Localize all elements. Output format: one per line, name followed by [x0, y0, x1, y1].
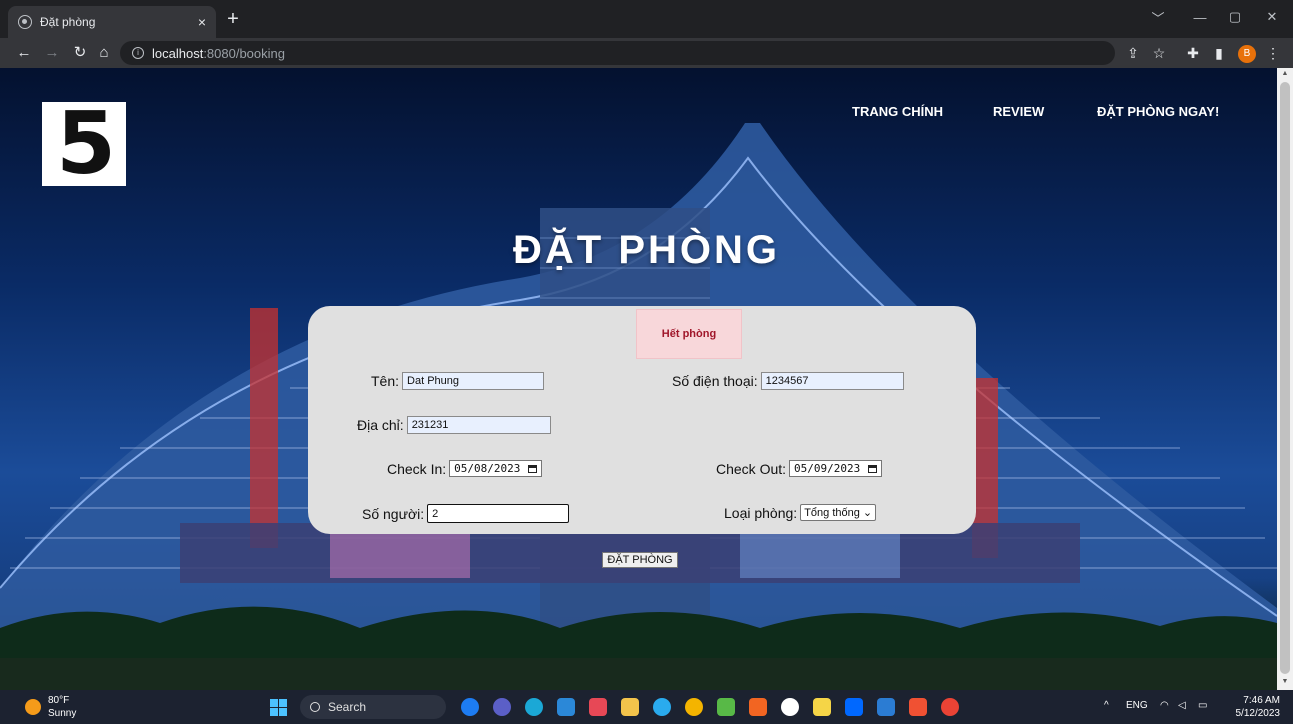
- scrollbar-thumb[interactable]: [1280, 82, 1290, 674]
- name-field: Tên: Dat Phung: [371, 372, 545, 390]
- calendar-icon[interactable]: [868, 464, 878, 473]
- address-field: Địa chỉ: 231231: [357, 416, 551, 434]
- guests-input[interactable]: 2: [427, 504, 570, 523]
- sold-out-alert: Hết phòng: [636, 309, 742, 359]
- close-window-button[interactable]: ✕: [1252, 0, 1292, 34]
- search-icon: [310, 702, 320, 712]
- checkout-label: Check Out:: [716, 460, 787, 477]
- checkout-field: Check Out: 05/09/2023: [716, 460, 883, 477]
- bing-icon[interactable]: [461, 698, 479, 716]
- home-icon[interactable]: ⌂: [94, 43, 114, 63]
- nav-home[interactable]: TRANG CHÍNH: [852, 104, 943, 119]
- back-icon[interactable]: ←: [14, 43, 34, 63]
- weather-widget[interactable]: 80°F Sunny: [48, 694, 76, 720]
- chevron-up-icon[interactable]: ^: [1104, 700, 1109, 711]
- sun-icon[interactable]: [25, 699, 41, 715]
- name-input[interactable]: Dat Phung: [402, 372, 545, 390]
- checkin-label: Check In:: [387, 460, 447, 477]
- nav-review[interactable]: REVIEW: [993, 104, 1044, 119]
- chrome-icon[interactable]: [685, 698, 703, 716]
- url-host: localhost: [152, 45, 204, 61]
- tab-title: Đặt phòng: [40, 15, 96, 29]
- git-icon[interactable]: [909, 698, 927, 716]
- name-label: Tên:: [371, 373, 400, 389]
- scroll-up-icon[interactable]: ▲: [1281, 70, 1289, 77]
- roomtype-value: Tổng thống: [804, 506, 860, 519]
- volume-icon[interactable]: ◁: [1178, 700, 1186, 711]
- battery-icon[interactable]: ▭: [1198, 700, 1207, 711]
- telegram-icon[interactable]: [653, 698, 671, 716]
- checkout-date-value: 05/09/2023: [794, 462, 861, 475]
- language-indicator[interactable]: ENG: [1126, 700, 1148, 711]
- address-bar[interactable]: i localhost:8080/booking: [120, 41, 1115, 65]
- search-label: Search: [328, 700, 367, 714]
- extensions-icon[interactable]: ✚: [1184, 44, 1202, 62]
- clock-time: 7:46 AM: [1243, 695, 1280, 706]
- notes-icon[interactable]: [813, 698, 831, 716]
- site-logo[interactable]: 5: [42, 101, 126, 187]
- explorer-icon[interactable]: [621, 698, 639, 716]
- phone-label: Số điện thoại:: [672, 373, 758, 389]
- checkin-date-input[interactable]: 05/08/2023: [449, 460, 543, 477]
- menu-icon[interactable]: ⋮: [1264, 44, 1282, 62]
- share-icon[interactable]: ⇪: [1124, 44, 1142, 62]
- checkin-field: Check In: 05/08/2023: [387, 460, 543, 477]
- clock-date: 5/12/2023: [1235, 708, 1281, 719]
- scroll-down-icon[interactable]: ▼: [1281, 678, 1289, 685]
- address-label: Địa chỉ:: [357, 417, 404, 433]
- word-icon[interactable]: [877, 698, 895, 716]
- page-scrollbar[interactable]: ▲ ▼: [1277, 68, 1293, 690]
- maximize-button[interactable]: ▢: [1215, 0, 1255, 34]
- url-path: :8080/booking: [203, 45, 285, 61]
- bookmark-star-icon[interactable]: ☆: [1150, 44, 1168, 62]
- mail-icon[interactable]: [557, 698, 575, 716]
- browser-toolbar: ← → ↻ ⌂ i localhost:8080/booking ⇪ ☆ ✚ ▮…: [0, 38, 1293, 68]
- new-tab-button[interactable]: +: [222, 9, 244, 31]
- close-tab-icon[interactable]: ×: [198, 14, 206, 30]
- calendar-icon[interactable]: [528, 464, 538, 473]
- checkout-date-input[interactable]: 05/09/2023: [789, 460, 883, 477]
- steam-icon[interactable]: [781, 698, 799, 716]
- weather-condition: Sunny: [48, 708, 77, 719]
- chrome-profile-icon[interactable]: [941, 698, 959, 716]
- phone-input[interactable]: 1234567: [760, 372, 904, 390]
- edge-icon[interactable]: [525, 698, 543, 716]
- forward-icon[interactable]: →: [42, 43, 62, 63]
- start-button[interactable]: [270, 699, 287, 716]
- zalo-icon[interactable]: [845, 698, 863, 716]
- profile-avatar[interactable]: B: [1238, 45, 1256, 63]
- office-icon[interactable]: [749, 698, 767, 716]
- book-room-button[interactable]: ĐẶT PHÒNG: [602, 552, 678, 568]
- phone-field: Số điện thoại: 1234567: [672, 372, 904, 390]
- reload-icon[interactable]: ↻: [70, 43, 90, 63]
- meet-icon[interactable]: [493, 698, 511, 716]
- side-panel-icon[interactable]: ▮: [1210, 44, 1228, 62]
- address-input[interactable]: 231231: [406, 416, 551, 434]
- taskbar-search[interactable]: Search: [300, 695, 446, 719]
- guests-field: Số người: 2: [362, 504, 570, 523]
- chevron-down-icon: ⌄: [862, 507, 873, 519]
- roomtype-label: Loại phòng:: [724, 504, 798, 521]
- vpn-icon[interactable]: [717, 698, 735, 716]
- roomtype-select[interactable]: Tổng thống ⌄: [800, 504, 877, 521]
- roomtype-field: Loại phòng: Tổng thống ⌄: [724, 504, 877, 521]
- nav-book-now[interactable]: ĐẶT PHÒNG NGAY!: [1097, 104, 1219, 119]
- weather-temperature: 80°F: [48, 695, 70, 706]
- tab-booking[interactable]: Đặt phòng ×: [8, 6, 216, 38]
- system-clock[interactable]: 7:46 AM 5/12/2023: [1234, 694, 1281, 720]
- globe-icon: [18, 15, 32, 29]
- wifi-icon[interactable]: ◠: [1160, 700, 1169, 711]
- taskbar: 80°F Sunny Search ^ ENG ◠ ◁ ▭ 7:46 AM 5/…: [0, 690, 1293, 724]
- checkin-date-value: 05/08/2023: [454, 462, 521, 475]
- minimize-button[interactable]: —: [1180, 0, 1220, 34]
- guests-label: Số người:: [362, 505, 425, 522]
- page-title: ĐẶT PHÒNG: [513, 228, 780, 272]
- tab-strip: Đặt phòng × + ﹀ — ▢ ✕: [0, 0, 1293, 38]
- store-icon[interactable]: [589, 698, 607, 716]
- tab-search-button[interactable]: ﹀: [1138, 0, 1178, 34]
- page-viewport: 5 TRANG CHÍNH REVIEW ĐẶT PHÒNG NGAY! ĐẶT…: [0, 68, 1277, 690]
- site-info-icon[interactable]: i: [132, 47, 144, 59]
